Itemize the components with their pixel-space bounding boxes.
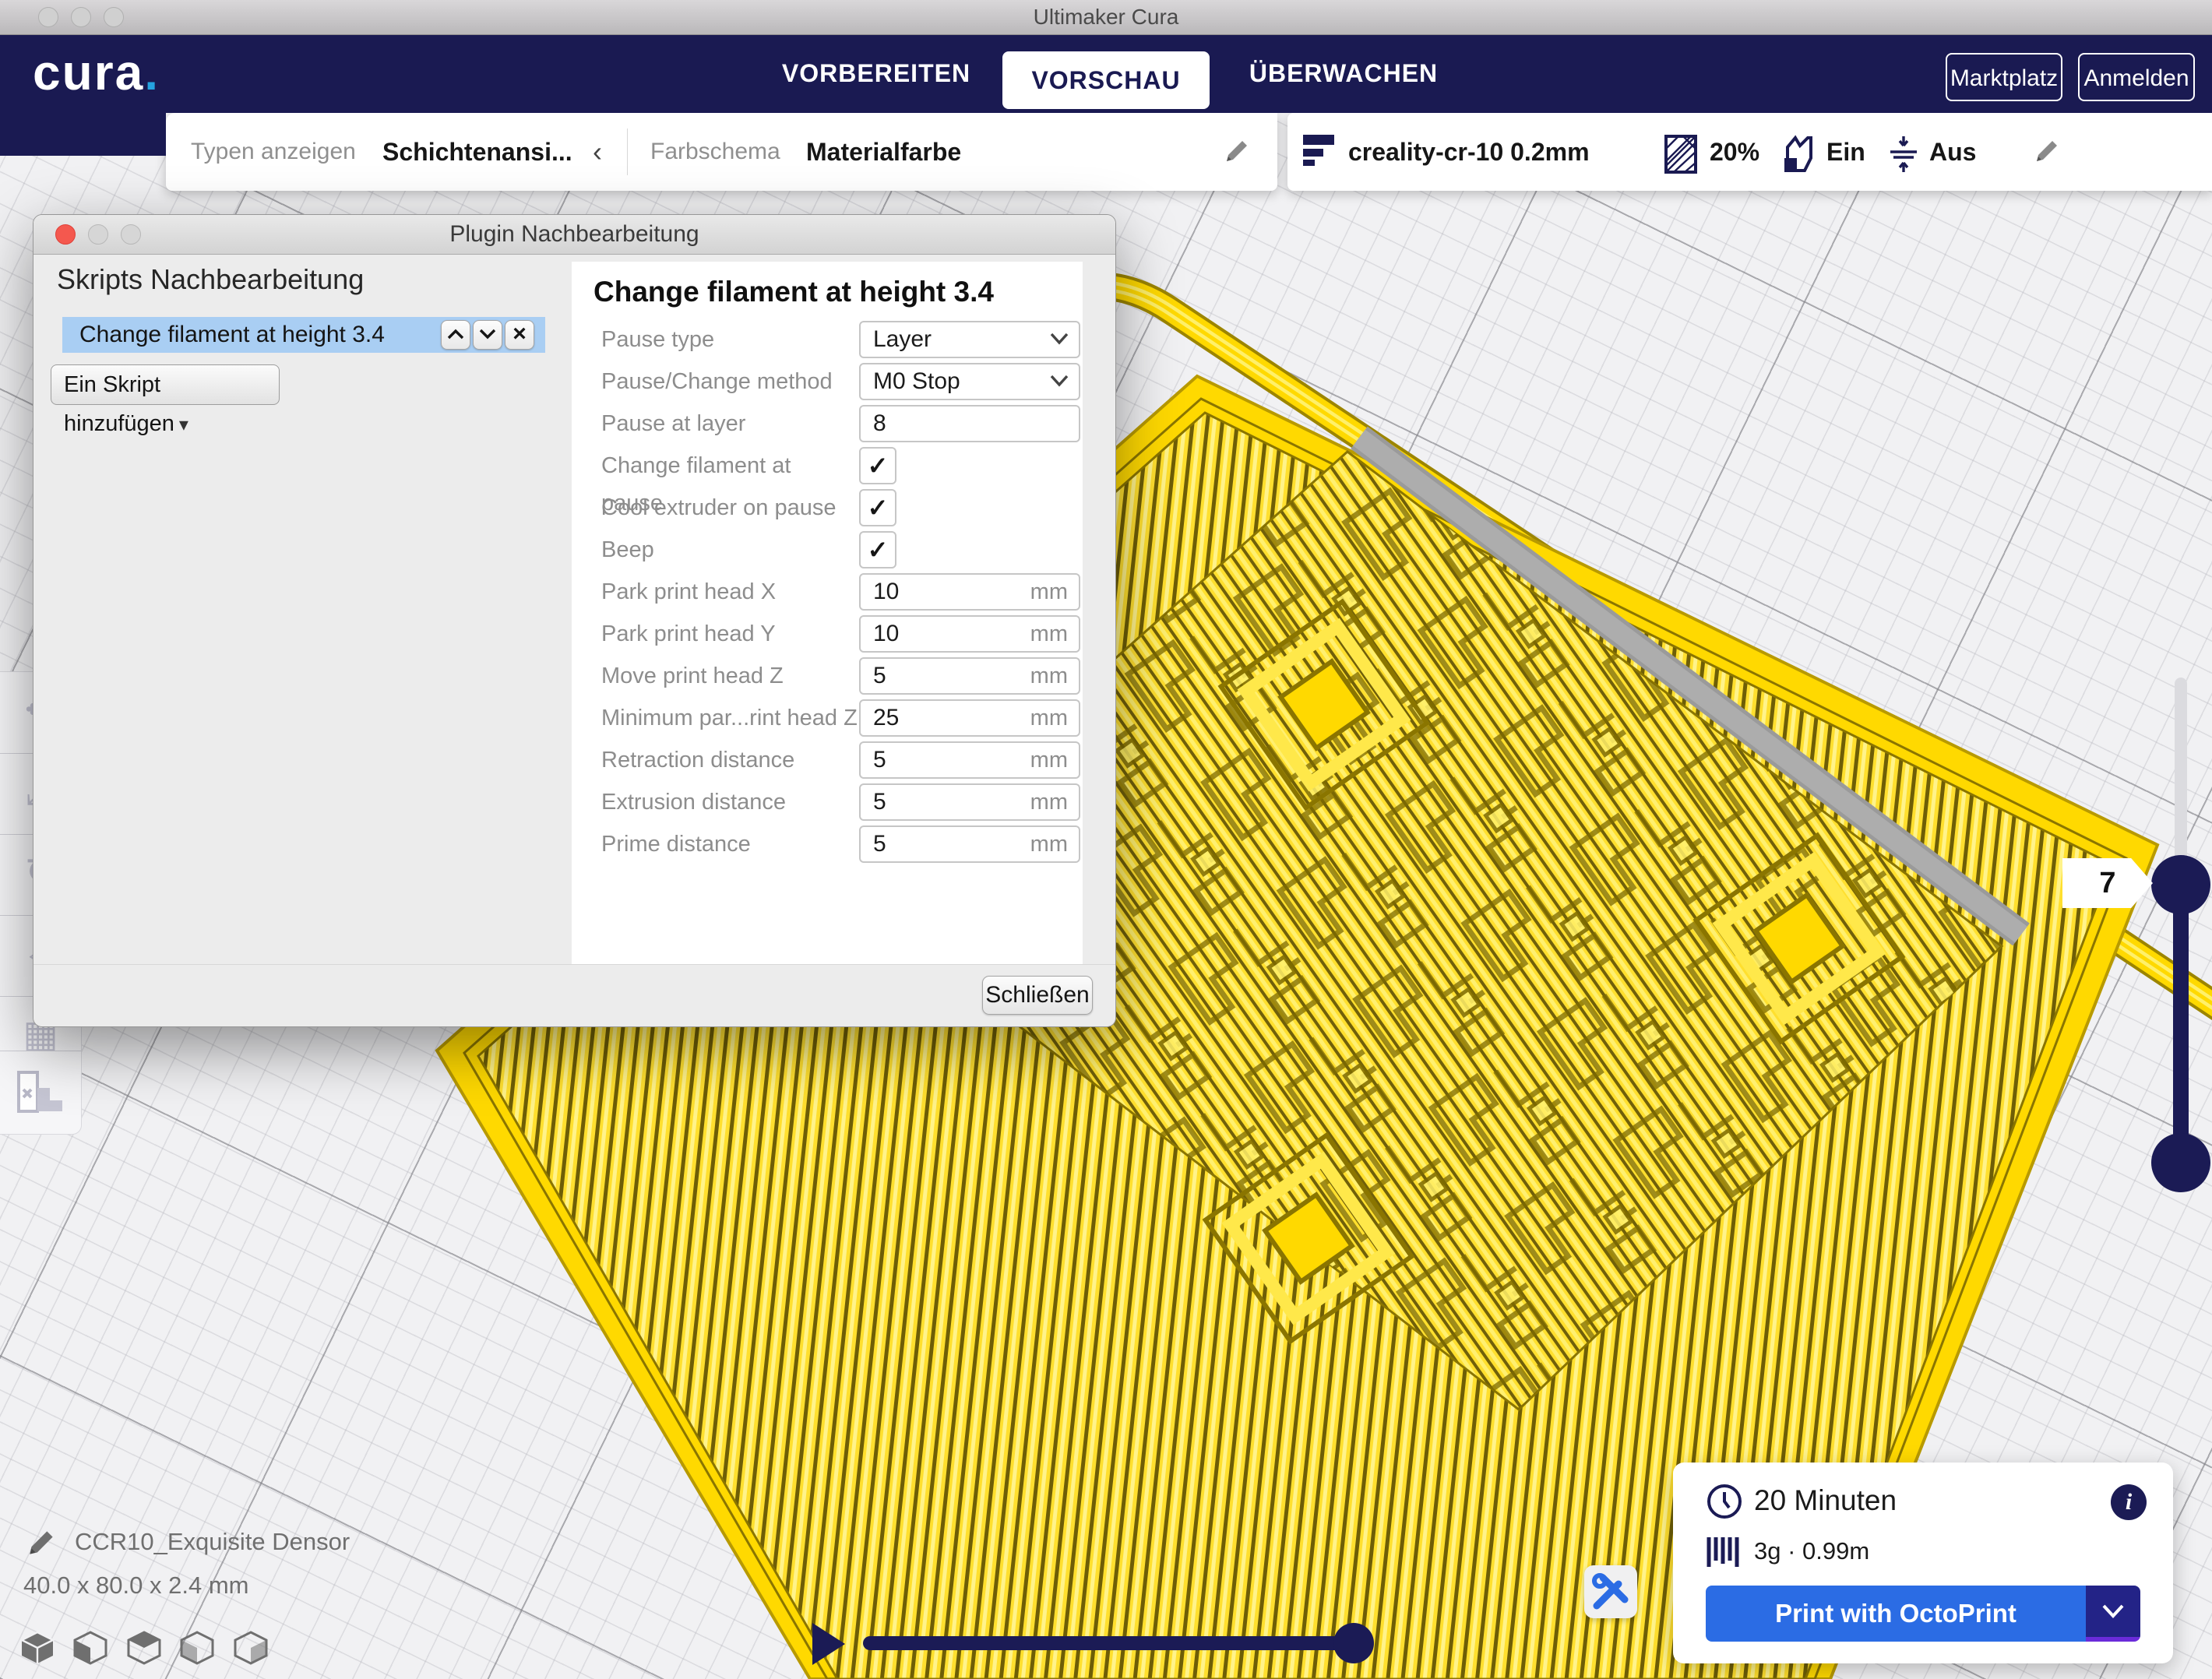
collapse-chevron-icon[interactable]: ‹ xyxy=(593,113,602,191)
support-icon xyxy=(1781,135,1816,178)
job-dimensions: 40.0 x 80.0 x 2.4 mm xyxy=(23,1572,248,1600)
cura-logo: cura. xyxy=(33,44,160,101)
script-settings-panel: Change filament at height 3.4 Pause type… xyxy=(572,262,1083,966)
dropdown-caret-icon: ▾ xyxy=(179,414,188,435)
script-name: Change filament at height 3.4 xyxy=(79,317,385,353)
setting-label: Beep xyxy=(601,531,858,568)
print-with-octoprint-button[interactable]: Print with OctoPrint xyxy=(1706,1586,2086,1642)
material-icon xyxy=(1706,1536,1743,1572)
view-orientation-buttons xyxy=(20,1631,284,1669)
settings-panel-title: Change filament at height 3.4 xyxy=(594,276,994,308)
color-scheme-value[interactable]: Materialfarbe xyxy=(806,113,961,191)
chevron-down-icon xyxy=(1049,373,1069,392)
info-icon[interactable]: i xyxy=(2111,1484,2147,1520)
view-3d-icon[interactable] xyxy=(20,1631,55,1665)
move-z-input[interactable]: 5mm xyxy=(859,657,1080,695)
prime-distance-input[interactable]: 5mm xyxy=(859,825,1080,863)
dialog-title: Plugin Nachbearbeitung xyxy=(33,215,1115,254)
cura-window: ✥ ⤢ ↻ ⇔ ▦ Ultimaker Cura cura. VORBEREIT… xyxy=(0,0,2212,1679)
post-processing-dialog: Plugin Nachbearbeitung Skripts Nachbearb… xyxy=(33,214,1116,1027)
print-settings-bar[interactable]: creality-cr-10 0.2mm 20% Ein Aus xyxy=(1287,113,2212,191)
adhesion-icon xyxy=(1886,135,1921,178)
color-scheme-label: Farbschema xyxy=(650,113,780,191)
view-left-icon[interactable] xyxy=(180,1631,214,1665)
edit-pencil-icon[interactable] xyxy=(2029,135,2063,173)
signin-button[interactable]: Anmelden xyxy=(2078,53,2195,101)
view-type-value[interactable]: Schichtenansi... xyxy=(382,113,572,191)
edit-pencil-icon[interactable] xyxy=(1219,135,1253,173)
print-summary-card: 20 Minuten i 3g · 0.99m Print with OctoP… xyxy=(1673,1463,2173,1663)
tab-ueberwachen[interactable]: ÜBERWACHEN xyxy=(1231,34,1456,113)
rename-job-pencil-icon[interactable] xyxy=(23,1525,59,1565)
pause-at-layer-input[interactable]: 8 xyxy=(859,405,1080,442)
window-titlebar: Ultimaker Cura xyxy=(0,0,2212,35)
script-remove-button[interactable]: × xyxy=(505,320,534,350)
layer-slider-lower-handle[interactable] xyxy=(2151,1133,2210,1192)
cool-extruder-checkbox[interactable]: ✓ xyxy=(859,489,896,526)
support-value: Ein xyxy=(1826,113,1865,191)
dialog-footer: Schließen xyxy=(33,964,1115,1026)
park-x-input[interactable]: 10mm xyxy=(859,573,1080,611)
tools-icon xyxy=(1584,1565,1637,1618)
post-processing-tools-button[interactable] xyxy=(1584,1565,1637,1618)
retraction-distance-input[interactable]: 5mm xyxy=(859,741,1080,779)
view-right-icon[interactable] xyxy=(234,1631,268,1665)
chevron-down-icon xyxy=(1049,331,1069,350)
view-type-label: Typen anzeigen xyxy=(191,113,356,191)
infill-value: 20% xyxy=(1710,113,1759,191)
extrusion-distance-input[interactable]: 5mm xyxy=(859,783,1080,821)
tab-vorschau[interactable]: VORSCHAU xyxy=(1002,51,1210,109)
setting-label: Pause at layer xyxy=(601,405,858,442)
setting-label: Park print head Y xyxy=(601,615,858,653)
view-settings-bar: Typen anzeigen Schichtenansi... ‹ Farbsc… xyxy=(166,113,1277,191)
script-move-down-button[interactable] xyxy=(473,320,502,350)
scripts-heading: Skripts Nachbearbeitung xyxy=(57,263,364,296)
print-options-dropdown[interactable] xyxy=(2086,1586,2140,1637)
view-top-icon[interactable] xyxy=(127,1631,161,1665)
close-button[interactable]: Schließen xyxy=(982,976,1093,1015)
simulation-slider-handle[interactable] xyxy=(1333,1623,1374,1663)
print-time: 20 Minuten xyxy=(1754,1484,1897,1517)
marketplace-button[interactable]: Marktplatz xyxy=(1946,53,2062,101)
setting-label: Prime distance xyxy=(601,825,858,863)
adhesion-value: Aus xyxy=(1929,113,1976,191)
play-button[interactable] xyxy=(812,1623,845,1665)
material-usage: 3g · 0.99m xyxy=(1754,1537,1869,1565)
setting-label: Pause/Change method xyxy=(601,363,858,400)
per-model-settings-icon[interactable] xyxy=(14,1066,67,1123)
change-filament-checkbox[interactable]: ✓ xyxy=(859,447,896,484)
print-button-group: Print with OctoPrint xyxy=(1706,1586,2140,1642)
layer-slider-upper-handle[interactable] xyxy=(2151,855,2210,914)
setting-label: Move print head Z xyxy=(601,657,858,695)
setting-label: Cool extruder on pause xyxy=(601,489,858,526)
simulation-slider-track[interactable] xyxy=(863,1636,1355,1650)
window-title: Ultimaker Cura xyxy=(0,0,2212,34)
setting-label: Extrusion distance xyxy=(601,783,858,821)
logo-dot-icon: . xyxy=(144,44,160,100)
script-move-up-button[interactable] xyxy=(441,320,470,350)
minimum-park-z-input[interactable]: 25mm xyxy=(859,699,1080,737)
pause-method-select[interactable]: M0 Stop xyxy=(859,363,1080,400)
job-name[interactable]: CCR10_Exquisite Densor xyxy=(75,1528,350,1556)
layer-height-icon xyxy=(1303,135,1340,173)
tab-vorbereiten[interactable]: VORBEREITEN xyxy=(763,34,989,113)
setting-label: Retraction distance xyxy=(601,741,858,779)
park-y-input[interactable]: 10mm xyxy=(859,615,1080,653)
layer-slider-range[interactable] xyxy=(2173,885,2189,1163)
setting-label: Change filament at pause xyxy=(601,447,858,484)
view-front-icon[interactable] xyxy=(73,1631,107,1665)
setting-label: Pause type xyxy=(601,321,858,358)
clock-icon xyxy=(1706,1483,1743,1524)
dialog-titlebar: Plugin Nachbearbeitung xyxy=(33,215,1115,255)
setting-label: Minimum par...rint head Z xyxy=(601,699,858,737)
setting-label: Park print head X xyxy=(601,573,858,611)
pause-type-select[interactable]: Layer xyxy=(859,321,1080,358)
add-script-dropdown[interactable]: Ein Skript hinzufügen▾ xyxy=(51,364,280,405)
infill-icon xyxy=(1664,135,1699,178)
beep-checkbox[interactable]: ✓ xyxy=(859,531,896,568)
profile-value: creality-cr-10 0.2mm xyxy=(1348,113,1590,191)
